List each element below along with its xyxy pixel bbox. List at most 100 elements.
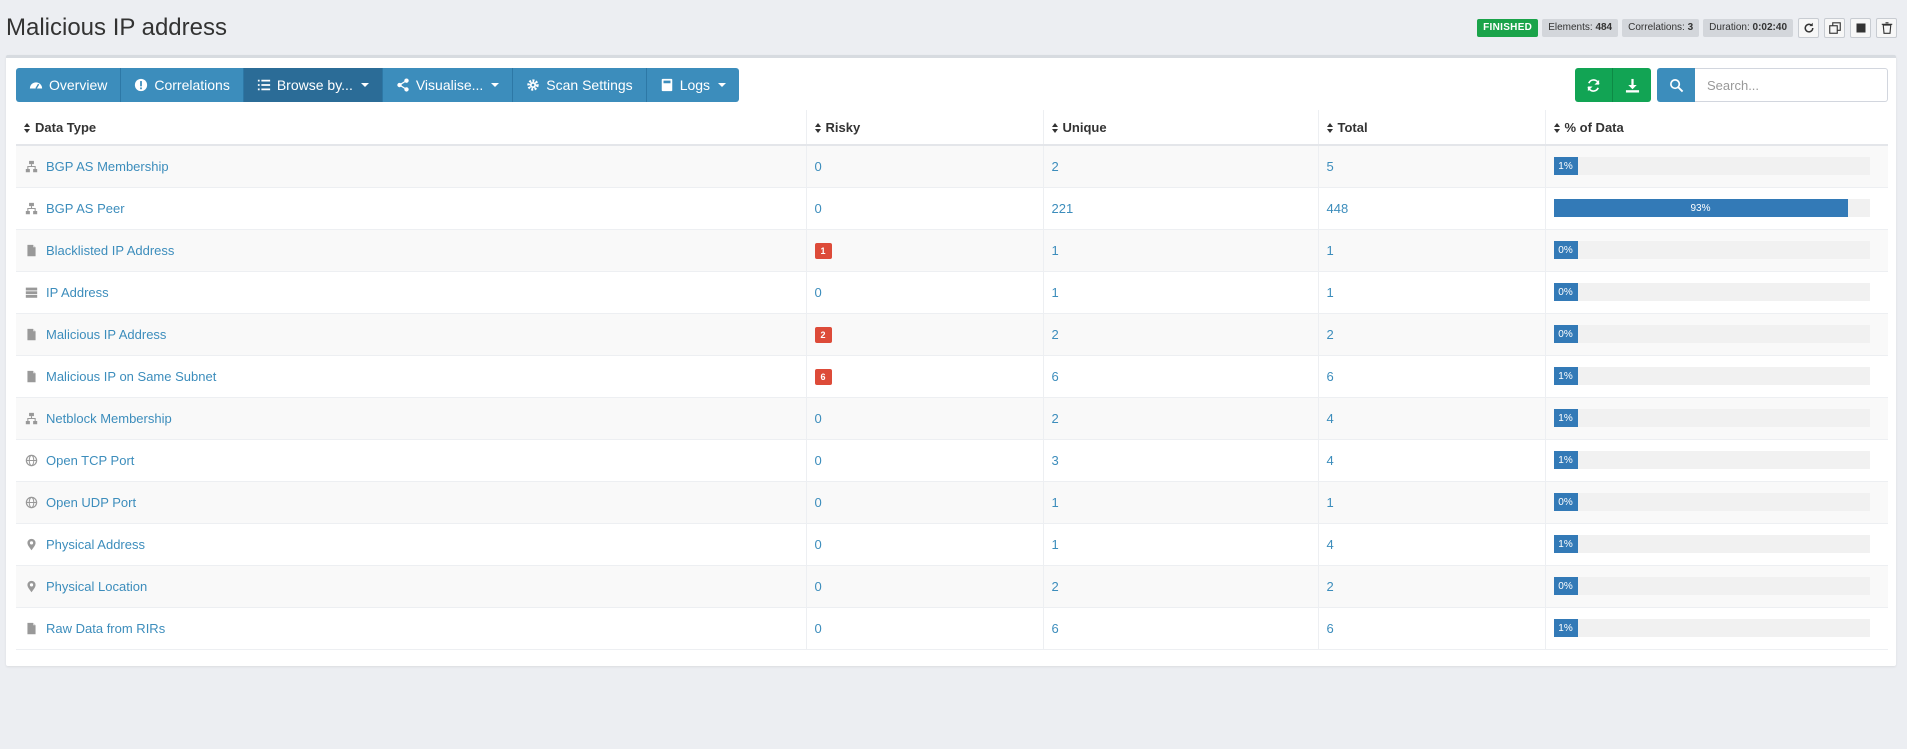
network-icon	[24, 201, 38, 215]
cell-percent: 0%	[1545, 228, 1888, 271]
total-count[interactable]: 2	[1327, 579, 1334, 594]
total-count[interactable]: 1	[1327, 285, 1334, 300]
percent-bar-track: 0%	[1553, 577, 1870, 595]
percent-label: 1%	[1558, 370, 1573, 382]
stop-scan-button[interactable]	[1850, 18, 1871, 38]
tab-overview-label: Overview	[49, 77, 108, 93]
header-unique[interactable]: Unique	[1043, 110, 1319, 146]
cell-data-type: Physical Address	[16, 522, 807, 565]
table-row: Physical Location 0 2 2 0%	[16, 564, 1888, 607]
risky-count[interactable]: 0	[815, 621, 822, 636]
list-icon	[257, 79, 270, 91]
percent-bar-track: 0%	[1553, 283, 1870, 301]
cell-risky: 0	[806, 522, 1044, 565]
clone-scan-button[interactable]	[1824, 18, 1845, 38]
unique-count[interactable]: 1	[1052, 537, 1059, 552]
data-type-link[interactable]: Netblock Membership	[46, 411, 172, 426]
data-type-link[interactable]: Physical Location	[46, 579, 147, 594]
tab-logs[interactable]: Logs	[646, 68, 740, 102]
data-type-link[interactable]: BGP AS Peer	[46, 201, 125, 216]
risky-count[interactable]: 0	[815, 201, 822, 216]
unique-count[interactable]: 6	[1052, 369, 1059, 384]
data-type-link[interactable]: Open UDP Port	[46, 495, 136, 510]
table-row: Malicious IP on Same Subnet 6 6 6 1%	[16, 354, 1888, 397]
clone-icon	[1828, 22, 1841, 34]
unique-count[interactable]: 2	[1052, 579, 1059, 594]
total-count[interactable]: 2	[1327, 327, 1334, 342]
data-type-link[interactable]: BGP AS Membership	[46, 159, 169, 174]
delete-scan-button[interactable]	[1876, 18, 1897, 38]
table-body: BGP AS Membership 0 2 5 1% BGP AS Peer 0 221 448…	[16, 144, 1888, 650]
risk-badge[interactable]: 2	[814, 326, 832, 343]
header-total[interactable]: Total	[1318, 110, 1546, 146]
unique-count[interactable]: 1	[1052, 495, 1059, 510]
file-icon	[24, 369, 38, 383]
unique-count[interactable]: 1	[1052, 243, 1059, 258]
cell-risky: 0	[806, 270, 1044, 313]
risky-count[interactable]: 0	[815, 159, 822, 174]
percent-label: 0%	[1558, 496, 1573, 508]
risky-count[interactable]: 0	[815, 411, 822, 426]
risk-badge[interactable]: 6	[814, 368, 832, 385]
cell-unique: 3	[1043, 438, 1319, 481]
total-count[interactable]: 4	[1327, 411, 1334, 426]
header-data-type[interactable]: Data Type	[16, 110, 807, 146]
risk-badge[interactable]: 1	[814, 242, 832, 259]
total-count[interactable]: 6	[1327, 621, 1334, 636]
dashboard-icon	[29, 82, 43, 89]
download-button[interactable]	[1613, 68, 1651, 102]
risky-count[interactable]: 0	[815, 495, 822, 510]
refresh-button[interactable]	[1575, 68, 1613, 102]
cell-percent: 93%	[1545, 186, 1888, 229]
tab-browse-by-label: Browse by...	[276, 77, 353, 93]
risky-count[interactable]: 0	[815, 285, 822, 300]
unique-count[interactable]: 2	[1052, 411, 1059, 426]
search-input[interactable]	[1695, 68, 1888, 102]
tab-browse-by[interactable]: Browse by...	[243, 68, 383, 102]
header-data-type-label: Data Type	[35, 119, 97, 135]
data-type-link[interactable]: Malicious IP on Same Subnet	[46, 369, 216, 384]
data-type-table: Data Type Risky Unique Total % of Data B…	[16, 110, 1888, 650]
percent-label: 0%	[1558, 244, 1573, 256]
unique-count[interactable]: 2	[1052, 327, 1059, 342]
data-type-link[interactable]: IP Address	[46, 285, 109, 300]
header-percent[interactable]: % of Data	[1545, 110, 1888, 146]
total-count[interactable]: 4	[1327, 453, 1334, 468]
risky-count[interactable]: 0	[815, 537, 822, 552]
unique-count[interactable]: 2	[1052, 159, 1059, 174]
tab-visualise[interactable]: Visualise...	[382, 68, 514, 102]
unique-count[interactable]: 1	[1052, 285, 1059, 300]
total-count[interactable]: 1	[1327, 495, 1334, 510]
data-type-link[interactable]: Physical Address	[46, 537, 145, 552]
rerun-scan-button[interactable]	[1798, 18, 1819, 38]
cell-total: 4	[1318, 522, 1546, 565]
total-count[interactable]: 1	[1327, 243, 1334, 258]
risky-count[interactable]: 0	[815, 579, 822, 594]
total-count[interactable]: 448	[1327, 201, 1349, 216]
tab-correlations[interactable]: Correlations	[121, 68, 244, 102]
search-button[interactable]	[1657, 68, 1695, 102]
unique-count[interactable]: 221	[1052, 201, 1074, 216]
cell-risky: 1	[806, 228, 1044, 271]
cell-risky: 0	[806, 144, 1044, 187]
header-unique-label: Unique	[1062, 119, 1107, 135]
total-count[interactable]: 5	[1327, 159, 1334, 174]
total-count[interactable]: 6	[1327, 369, 1334, 384]
tab-overview[interactable]: Overview	[16, 68, 122, 102]
data-type-link[interactable]: Blacklisted IP Address	[46, 243, 174, 258]
cell-data-type: BGP AS Membership	[16, 144, 807, 187]
data-type-link[interactable]: Raw Data from RIRs	[46, 621, 165, 636]
unique-count[interactable]: 6	[1052, 621, 1059, 636]
table-row: Raw Data from RIRs 0 6 6 1%	[16, 606, 1888, 650]
header-risky[interactable]: Risky	[806, 110, 1044, 146]
cell-unique: 6	[1043, 354, 1319, 397]
elements-value: 484	[1595, 22, 1613, 33]
risky-count[interactable]: 0	[815, 453, 822, 468]
unique-count[interactable]: 3	[1052, 453, 1059, 468]
data-type-link[interactable]: Malicious IP Address	[46, 327, 166, 342]
cell-risky: 0	[806, 564, 1044, 607]
data-type-link[interactable]: Open TCP Port	[46, 453, 134, 468]
total-count[interactable]: 4	[1327, 537, 1334, 552]
tab-scan-settings[interactable]: Scan Settings	[513, 68, 647, 102]
share-icon	[397, 78, 409, 92]
